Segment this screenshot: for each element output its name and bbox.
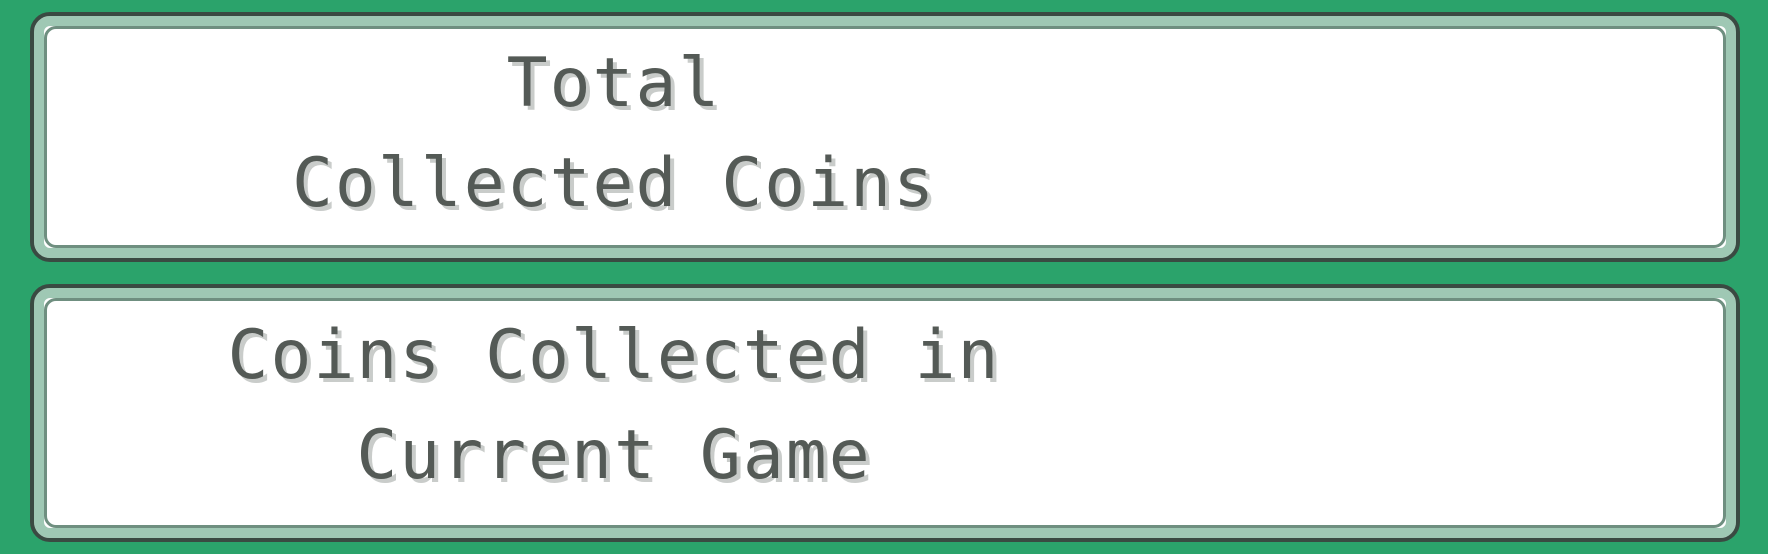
total-collected-coins-panel: Total Collected Coins — [30, 12, 1740, 262]
current-game-coins-label-line-2: Current Game — [356, 416, 872, 495]
current-game-coins-label: Coins Collected in Current Game — [34, 306, 1194, 506]
current-game-coins-panel: Coins Collected in Current Game — [30, 284, 1740, 542]
total-collected-coins-label-line-2: Collected Coins — [291, 144, 937, 223]
total-collected-coins-label: Total Collected Coins — [34, 34, 1194, 234]
current-game-coins-label-line-1: Coins Collected in — [227, 316, 1001, 395]
total-collected-coins-label-line-1: Total — [506, 44, 722, 123]
